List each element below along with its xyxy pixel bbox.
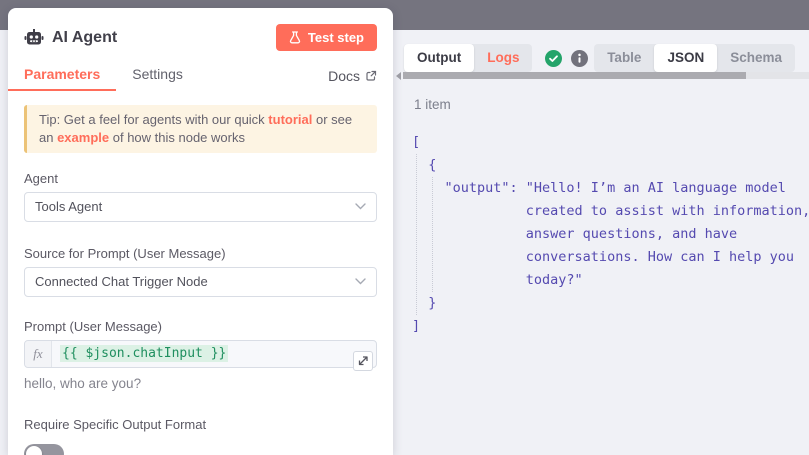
agent-select-value: Tools Agent [35, 199, 102, 214]
horizontal-scrollbar [403, 72, 809, 79]
tab-output[interactable]: Output [404, 44, 474, 72]
expression-value[interactable]: {{ $json.chatInput }} [52, 341, 228, 367]
tab-bar: Parameters Settings Docs [8, 61, 393, 91]
tip-text-prefix: Tip: Get a feel for agents with our quic… [39, 112, 268, 127]
tab-schema[interactable]: Schema [717, 44, 795, 72]
test-step-label: Test step [308, 30, 364, 45]
view-mode-tabs: Table JSON Schema [594, 44, 795, 72]
fx-prefix: fx [25, 341, 52, 367]
source-select-value: Connected Chat Trigger Node [35, 274, 208, 289]
node-settings-panel: AI Agent Test step Parameters Settings D… [8, 8, 393, 455]
tab-table[interactable]: Table [594, 44, 654, 72]
output-format-toggle[interactable] [24, 444, 64, 455]
external-link-icon [365, 70, 377, 82]
tab-settings[interactable]: Settings [116, 61, 199, 91]
scrollbar-thumb[interactable] [403, 72, 746, 79]
panel-header: AI Agent Test step [8, 8, 393, 53]
output-panel-header: Output Logs [404, 44, 614, 72]
output-logs-tabs: Output Logs [404, 44, 532, 72]
tab-parameters[interactable]: Parameters [8, 61, 116, 91]
docs-link[interactable]: Docs [328, 61, 393, 91]
source-field-label: Source for Prompt (User Message) [24, 246, 377, 261]
tutorial-link[interactable]: tutorial [268, 112, 312, 127]
items-count: 1 item [414, 97, 451, 112]
agent-field-label: Agent [24, 171, 377, 186]
source-select[interactable]: Connected Chat Trigger Node [24, 267, 377, 297]
prompt-field-label: Prompt (User Message) [24, 319, 377, 334]
json-output-view: [ { "output": "Hello! I’m an AI language… [412, 131, 809, 455]
expand-icon [357, 355, 369, 367]
expand-expression-button[interactable] [353, 351, 373, 371]
tab-logs[interactable]: Logs [474, 44, 532, 72]
node-title: AI Agent [52, 29, 117, 47]
scroll-left-arrow[interactable] [396, 72, 401, 80]
expression-preview: hello, who are you? [24, 376, 377, 391]
tip-text-suffix: of how this node works [109, 130, 245, 145]
chevron-down-icon [355, 203, 366, 210]
info-icon[interactable] [571, 50, 588, 67]
robot-icon [24, 28, 44, 48]
tip-banner: Tip: Get a feel for agents with our quic… [24, 105, 377, 153]
success-check-icon [545, 50, 562, 67]
chevron-down-icon [355, 278, 366, 285]
output-format-label: Require Specific Output Format [24, 417, 377, 432]
toggle-knob [26, 446, 42, 455]
docs-label: Docs [328, 63, 360, 89]
agent-select[interactable]: Tools Agent [24, 192, 377, 222]
tab-json[interactable]: JSON [654, 44, 717, 72]
example-link[interactable]: example [57, 130, 109, 145]
prompt-expression-field[interactable]: fx {{ $json.chatInput }} [24, 340, 377, 368]
flask-icon [289, 31, 301, 44]
test-step-button[interactable]: Test step [276, 24, 377, 51]
